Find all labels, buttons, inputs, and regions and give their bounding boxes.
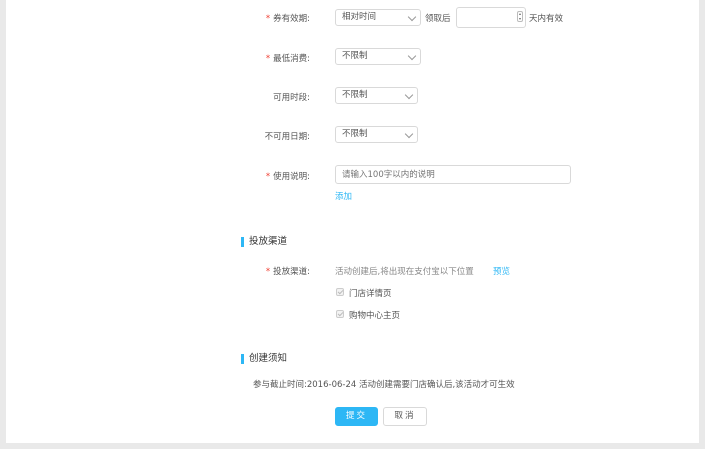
mall-home-checkbox[interactable] bbox=[336, 310, 344, 318]
validity-days-input[interactable] bbox=[456, 7, 526, 28]
mall-home-option-label: 购物中心主页 bbox=[349, 311, 401, 321]
notice-section-title: 创建须知 bbox=[241, 354, 287, 364]
chevron-down-icon bbox=[407, 51, 417, 61]
chevron-down-icon bbox=[404, 129, 414, 139]
chevron-down-icon bbox=[407, 12, 417, 22]
usage-note-label: * 使用说明: bbox=[265, 172, 310, 182]
number-stepper-icon[interactable] bbox=[517, 11, 523, 22]
validity-type-select[interactable]: 相对时间 bbox=[335, 9, 421, 26]
form-panel: * 券有效期: 相对时间 领取后 天内有效 * 最低消费: 不限制 可用时段: 不限… bbox=[6, 0, 699, 443]
available-time-select[interactable]: 不限制 bbox=[335, 87, 418, 104]
validity-label: * 券有效期: bbox=[265, 14, 310, 24]
usage-note-input[interactable] bbox=[335, 165, 571, 184]
chevron-down-icon bbox=[404, 90, 414, 100]
preview-link[interactable]: 预览 bbox=[493, 265, 510, 277]
validity-prefix: 领取后 bbox=[425, 14, 451, 24]
validity-suffix: 天内有效 bbox=[529, 14, 564, 24]
required-mark: * bbox=[265, 14, 271, 24]
min-spend-select[interactable]: 不限制 bbox=[335, 48, 421, 65]
channel-section-title: 投放渠道 bbox=[241, 237, 287, 247]
unavailable-date-label: 不可用日期: bbox=[264, 132, 310, 142]
store-detail-checkbox[interactable] bbox=[336, 288, 344, 296]
min-spend-label: * 最低消费: bbox=[265, 54, 310, 64]
required-mark: * bbox=[265, 172, 271, 182]
notice-text: 参与截止时间:2016-06-24 活动创建需要门店确认后,该活动才可生效 bbox=[253, 380, 515, 390]
available-time-label: 可用时段: bbox=[273, 93, 310, 103]
channel-description: 活动创建后,将出现在支付宝以下位置 bbox=[335, 267, 474, 277]
channel-label: * 投放渠道: bbox=[265, 267, 310, 277]
unavailable-date-select[interactable]: 不限制 bbox=[335, 126, 418, 143]
required-mark: * bbox=[265, 54, 271, 64]
store-detail-option-label: 门店详情页 bbox=[349, 289, 392, 299]
cancel-button[interactable]: 取消 bbox=[383, 407, 427, 426]
add-usage-note-link[interactable]: 添加 bbox=[335, 190, 352, 202]
required-mark: * bbox=[265, 267, 271, 277]
submit-button[interactable]: 提交 bbox=[335, 407, 378, 426]
